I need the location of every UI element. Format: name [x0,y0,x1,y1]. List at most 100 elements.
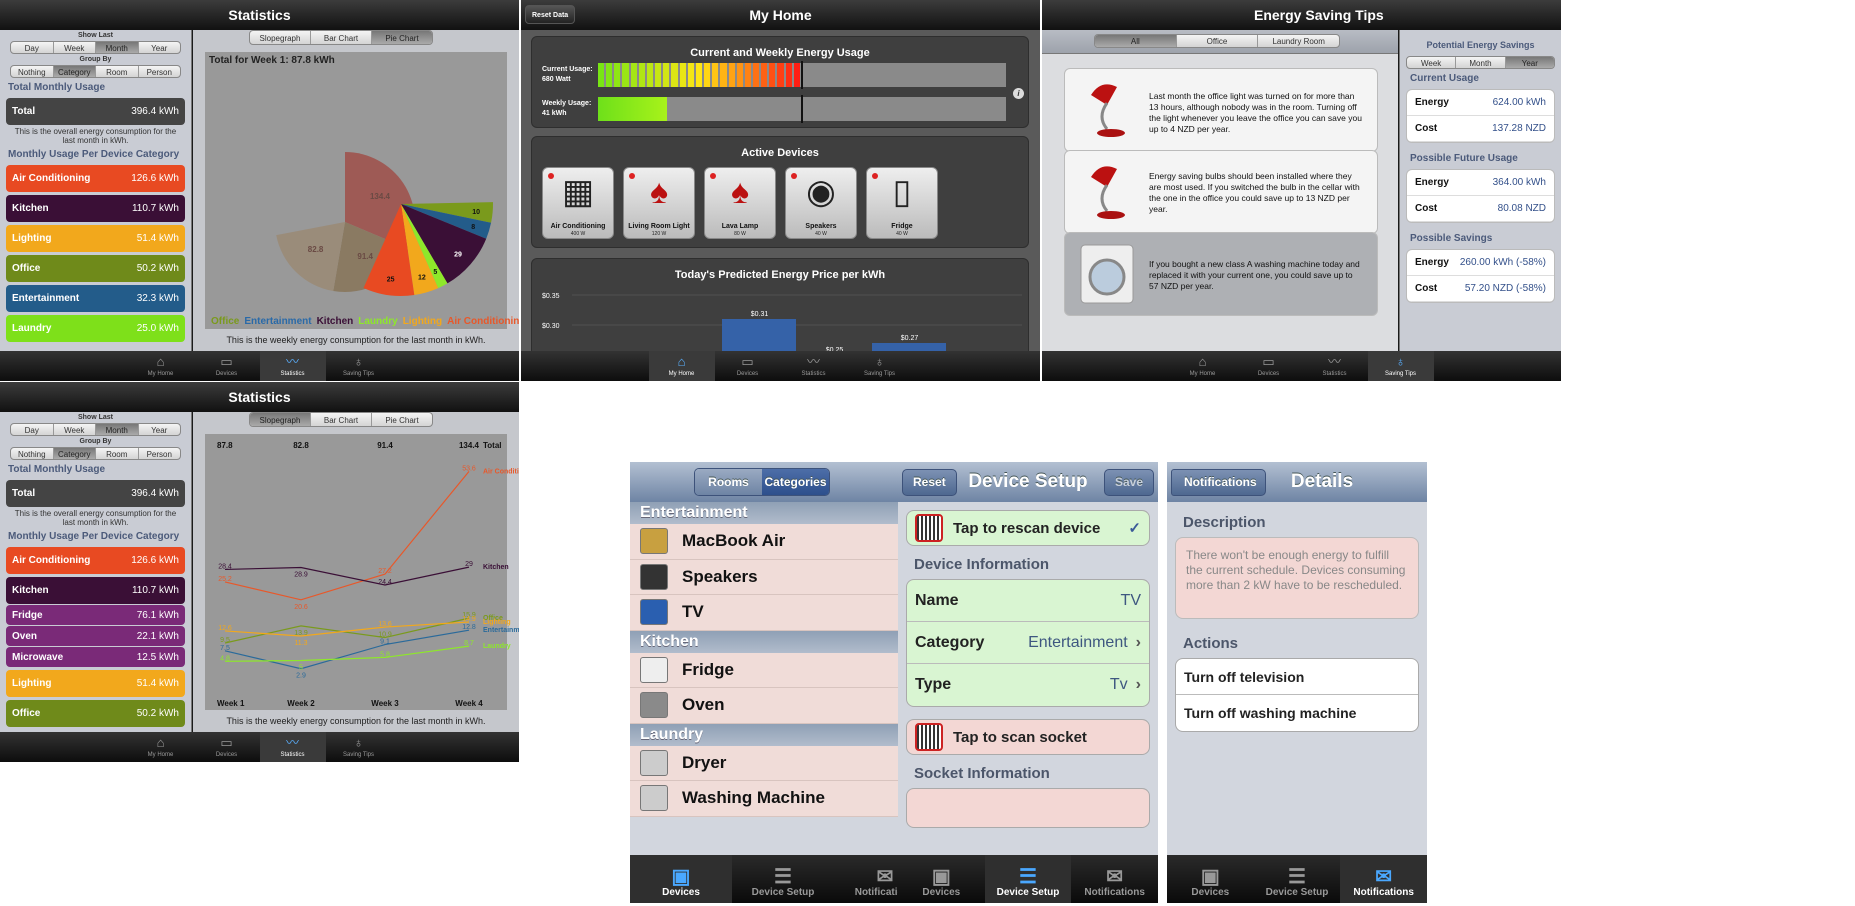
category-row[interactable]: Entertainment 32.3 kWh [6,285,185,312]
group-by-seg[interactable]: Nothing Category Room Person [10,65,181,78]
seg-person[interactable]: Person [139,66,181,77]
category-row[interactable]: Lighting 51.4 kWh [6,670,185,697]
category-row[interactable]: Air Conditioning 126.6 kWh [6,547,185,574]
category-row[interactable]: Microwave 12.5 kWh [6,647,185,667]
seg-rooms[interactable]: Rooms [695,469,762,495]
back-notifications-button[interactable]: Notifications [1171,469,1266,496]
seg-week[interactable]: Week [54,424,96,435]
active-device-tile[interactable]: ▦ Air Conditioning 400 W [542,167,614,239]
period-seg[interactable]: Week Month Year [1406,56,1555,69]
category-row[interactable]: Air Conditioning 126.6 kWh [6,165,185,192]
tab-my-home[interactable]: ⌂ My Home [1170,351,1236,381]
seg-week[interactable]: Week [54,42,96,53]
seg-day[interactable]: Day [11,424,54,435]
active-device-tile[interactable]: ♠ Living Room Light 120 W [623,167,695,239]
tip-card[interactable]: Energy saving bulbs should been installe… [1064,150,1378,234]
rooms-categories-seg[interactable]: Rooms Categories [694,468,830,496]
device-row[interactable]: Oven› [630,688,936,724]
tips-filter-seg[interactable]: All Office Laundry Room [1094,34,1340,48]
category-row[interactable]: Kitchen 110.7 kWh [6,577,185,604]
tab-my-home[interactable]: ⌂ My Home [128,351,194,381]
active-device-tile[interactable]: ◉ Speakers 40 W [785,167,857,239]
type-row[interactable]: Type Tv › [907,664,1149,706]
seg-day[interactable]: Day [11,42,54,53]
scan-socket-row[interactable]: Tap to scan socket [906,719,1150,755]
category-row[interactable]: Kitchen 110.7 kWh [6,195,185,222]
seg-category[interactable]: Category [53,448,96,459]
device-row[interactable]: Fridge› [630,652,936,688]
tab-slopegraph[interactable]: Slopegraph [250,31,311,44]
total-row[interactable]: Total 396.4 kWh [6,480,185,507]
seg-month[interactable]: Month [1456,57,1506,68]
seg-room[interactable]: Room [96,448,139,459]
tab-notifications[interactable]: ✉ Notifications [1340,855,1427,903]
seg-room[interactable]: Room [96,66,139,77]
rescan-device-row[interactable]: Tap to rescan device ✓ [906,510,1150,546]
chart-type-seg[interactable]: Slopegraph Bar Chart Pie Chart [249,412,433,427]
seg-categories[interactable]: Categories [762,469,829,495]
device-row[interactable]: Washing Machine› [630,781,936,817]
save-button[interactable]: Save [1103,469,1154,496]
tab-devices[interactable]: ▣ Devices [898,855,985,903]
tab-saving-tips[interactable]: ♁ Saving Tips [326,732,392,762]
action-turn-off-television[interactable]: Turn off television [1176,659,1418,695]
tab-devices[interactable]: ▣ Devices [1167,855,1254,903]
tab-devices[interactable]: ▭ Devices [194,351,260,381]
device-row[interactable]: TV› [630,595,936,631]
tab-devices[interactable]: ▭ Devices [194,732,260,762]
category-row[interactable]: Oven 22.1 kWh [6,626,185,646]
reset-button[interactable]: Reset [902,469,957,496]
filter-office[interactable]: Office [1177,35,1259,47]
total-row[interactable]: Total 396.4 kWh [6,98,185,125]
seg-year[interactable]: Year [1505,57,1554,68]
show-last-seg[interactable]: Day Week Month Year [10,41,181,54]
category-row[interactable]: Lighting 51.4 kWh [6,225,185,252]
tab-notifications[interactable]: ✉ Notifications [1071,855,1158,903]
tab-my-home[interactable]: ⌂ My Home [648,351,715,381]
tab-slopegraph[interactable]: Slopegraph [250,413,311,426]
tip-card[interactable]: If you bought a new class A washing mach… [1064,232,1378,316]
tip-card[interactable]: Last month the office light was turned o… [1064,68,1378,152]
seg-month[interactable]: Month [96,424,139,435]
active-device-tile[interactable]: ▯ Fridge 40 W [866,167,938,239]
action-turn-off-washing-machine[interactable]: Turn off washing machine [1176,695,1418,731]
seg-week[interactable]: Week [1407,57,1457,68]
tab-bar-chart[interactable]: Bar Chart [311,31,372,44]
tab-saving-tips[interactable]: ♁ Saving Tips [847,351,913,381]
tab-device-setup[interactable]: ☰ Device Setup [984,855,1072,903]
tab-statistics[interactable]: 〰 Statistics [259,732,326,762]
category-row[interactable]: Fridge 76.1 kWh [6,605,185,625]
category-row[interactable]: Office 50.2 kWh [6,700,185,727]
seg-month[interactable]: Month [96,42,139,53]
tab-devices[interactable]: ▭ Devices [715,351,781,381]
show-last-seg[interactable]: Day Week Month Year [10,423,181,436]
group-by-seg[interactable]: Nothing Category Room Person [10,447,181,460]
tab-devices[interactable]: ▣ Devices [630,855,732,903]
seg-nothing[interactable]: Nothing [11,448,54,459]
device-row[interactable]: Speakers› [630,559,936,595]
tab-device-setup[interactable]: ☰ Device Setup [1254,855,1341,903]
active-device-tile[interactable]: ♠ Lava Lamp 80 W [704,167,776,239]
seg-category[interactable]: Category [53,66,96,77]
seg-year[interactable]: Year [139,42,181,53]
tab-statistics[interactable]: 〰 Statistics [1302,351,1368,381]
tab-saving-tips[interactable]: ♁ Saving Tips [326,351,392,381]
tab-statistics[interactable]: 〰 Statistics [781,351,847,381]
category-row[interactable]: Laundry 25.0 kWh [6,315,185,342]
info-icon[interactable]: i [1013,88,1024,99]
device-row[interactable]: MacBook Air› [630,524,936,560]
seg-nothing[interactable]: Nothing [11,66,54,77]
category-row[interactable]: Category Entertainment › [907,622,1149,664]
seg-year[interactable]: Year [139,424,181,435]
reset-data-button[interactable]: Reset Data [525,5,576,24]
tab-pie-chart[interactable]: Pie Chart [372,413,432,426]
device-row[interactable]: Dryer› [630,745,936,781]
tab-device-setup[interactable]: ☰ Device Setup [732,855,834,903]
filter-laundry-room[interactable]: Laundry Room [1258,35,1339,47]
tab-pie-chart[interactable]: Pie Chart [372,31,432,44]
seg-person[interactable]: Person [139,448,181,459]
tab-devices[interactable]: ▭ Devices [1236,351,1302,381]
tab-my-home[interactable]: ⌂ My Home [128,732,194,762]
tab-statistics[interactable]: 〰 Statistics [259,351,326,381]
category-row[interactable]: Office 50.2 kWh [6,255,185,282]
